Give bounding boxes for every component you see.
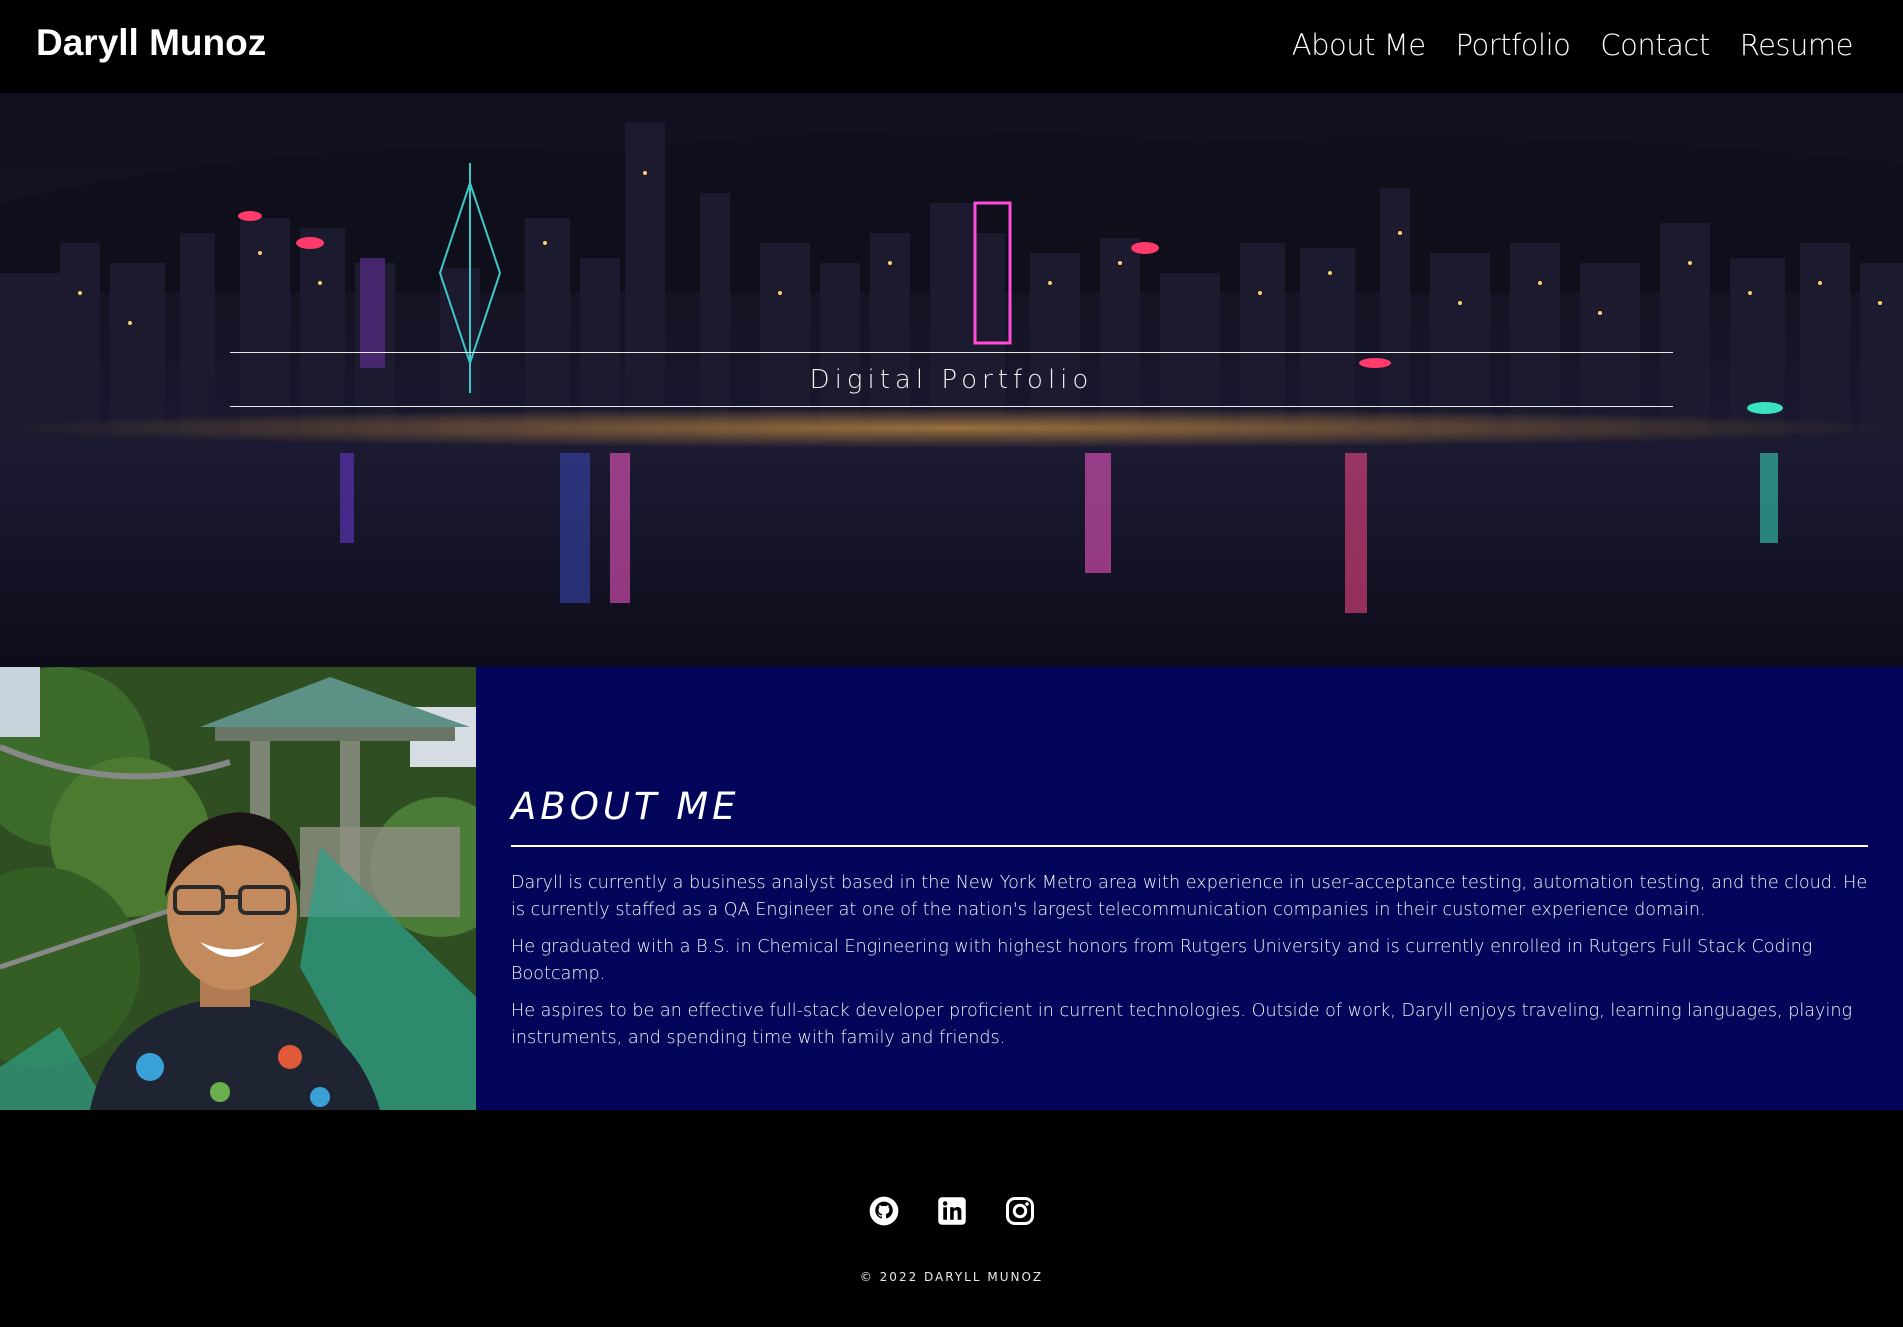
brand-logo[interactable]: Daryll Munoz xyxy=(36,22,266,64)
instagram-icon xyxy=(1005,1197,1034,1225)
about-section: ABOUT ME Daryll is currently a business … xyxy=(0,667,1903,1110)
hero-section: Digital Portfolio xyxy=(0,93,1903,667)
site-header: Daryll Munoz About Me Portfolio Contact … xyxy=(0,0,1903,93)
about-text: Daryll is currently a business analyst b… xyxy=(511,870,1868,1062)
github-link[interactable] xyxy=(869,1196,899,1226)
hero-banner: Digital Portfolio xyxy=(230,352,1673,407)
profile-photo xyxy=(0,667,476,1110)
nav-about-me[interactable]: About Me xyxy=(1292,28,1426,62)
copyright-text: © 2022 DARYLL MUNOZ xyxy=(859,1270,1044,1284)
profile-photo-image xyxy=(0,667,476,1110)
about-heading: ABOUT ME xyxy=(511,785,740,828)
about-paragraph: He graduated with a B.S. in Chemical Eng… xyxy=(511,937,1813,984)
linkedin-link[interactable] xyxy=(937,1196,967,1226)
about-paragraph: Daryll is currently a business analyst b… xyxy=(511,873,1868,920)
social-links xyxy=(0,1196,1903,1226)
site-footer: © 2022 DARYLL MUNOZ xyxy=(0,1110,1903,1327)
hero-title: Digital Portfolio xyxy=(809,365,1094,395)
nav-contact[interactable]: Contact xyxy=(1600,28,1710,62)
about-paragraph: He aspires to be an effective full-stack… xyxy=(511,1001,1853,1048)
linkedin-icon xyxy=(937,1197,966,1225)
nav-portfolio[interactable]: Portfolio xyxy=(1456,28,1571,62)
instagram-link[interactable] xyxy=(1005,1196,1035,1226)
main-nav: About Me Portfolio Contact Resume xyxy=(1292,28,1854,62)
about-divider xyxy=(511,845,1868,847)
nav-resume[interactable]: Resume xyxy=(1740,28,1854,62)
github-icon xyxy=(869,1196,898,1226)
